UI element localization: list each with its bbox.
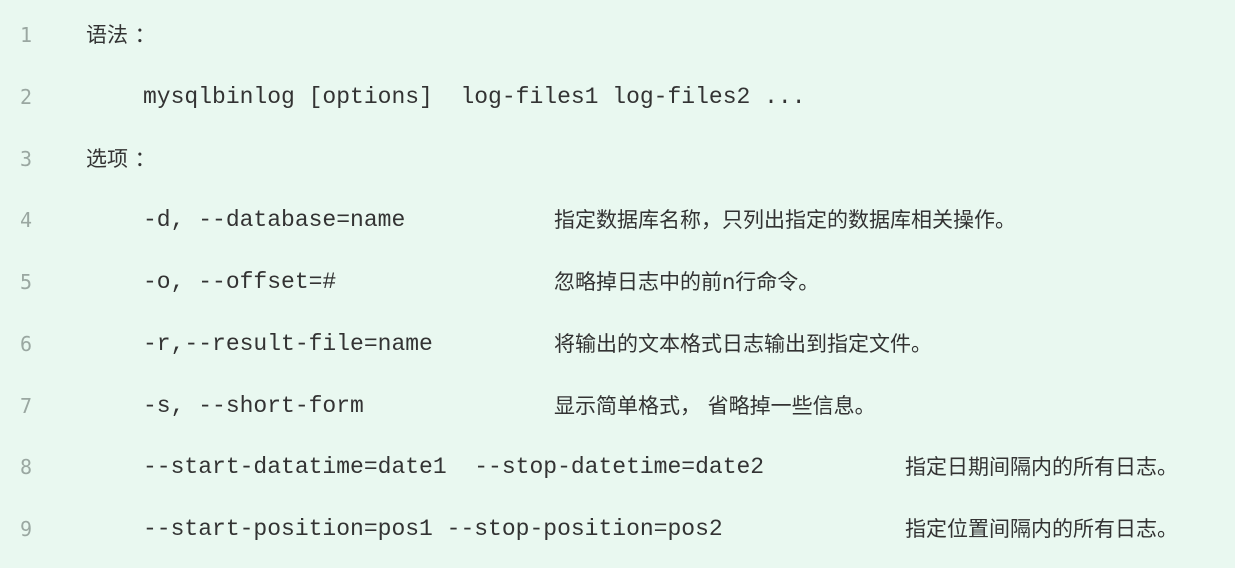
code-line: 8 --start-datatime=date1 --stop-datetime… — [0, 447, 1235, 487]
option-flag: -d, --database=name — [143, 207, 406, 233]
code-line: 4 -d, --database=name 指定数据库名称，只列出指定的数据库相… — [0, 200, 1235, 240]
option-flag: -s, --short-form — [143, 393, 364, 419]
line-number: 3 — [20, 147, 33, 171]
line-number: 5 — [20, 270, 33, 294]
option-description: 指定位置间隔内的所有日志。 — [905, 517, 1178, 541]
line-number: 1 — [20, 23, 33, 47]
line-number: 4 — [20, 208, 33, 232]
code-text: 选项 ： — [86, 147, 156, 171]
option-flag: --start-datatime=date1 --stop-datetime=d… — [143, 454, 765, 480]
line-number: 8 — [20, 455, 33, 479]
code-text: mysqlbinlog [options] log-files1 log-fil… — [143, 84, 806, 110]
code-text: 语法 ： — [86, 23, 156, 47]
option-description: 指定数据库名称，只列出指定的数据库相关操作。 — [554, 208, 1016, 232]
line-number: 7 — [20, 394, 33, 418]
option-flag: --start-position=pos1 --stop-position=po… — [143, 516, 723, 542]
line-number: 9 — [20, 517, 33, 541]
option-flag: -r,--result-file=name — [143, 331, 433, 357]
option-description: 指定日期间隔内的所有日志。 — [905, 455, 1178, 479]
option-description: 忽略掉日志中的前n行命令。 — [554, 270, 820, 294]
code-line: 6 -r,--result-file=name 将输出的文本格式日志输出到指定文… — [0, 324, 1235, 364]
code-line: 7 -s, --short-form 显示简单格式， 省略掉一些信息。 — [0, 386, 1235, 426]
line-number: 6 — [20, 332, 33, 356]
code-block: 1 语法 ： 2 mysqlbinlog [options] log-files… — [0, 0, 1235, 568]
code-line: 5 -o, --offset=# 忽略掉日志中的前n行命令。 — [0, 262, 1235, 302]
code-line: 9 --start-position=pos1 --stop-position=… — [0, 509, 1235, 549]
code-line: 2 mysqlbinlog [options] log-files1 log-f… — [0, 77, 1235, 117]
code-line: 1 语法 ： — [0, 15, 1235, 55]
code-line: 3 选项 ： — [0, 139, 1235, 179]
option-description: 将输出的文本格式日志输出到指定文件。 — [554, 332, 932, 356]
option-description: 显示简单格式， 省略掉一些信息。 — [554, 394, 876, 418]
line-number: 2 — [20, 85, 33, 109]
option-flag: -o, --offset=# — [143, 269, 337, 295]
